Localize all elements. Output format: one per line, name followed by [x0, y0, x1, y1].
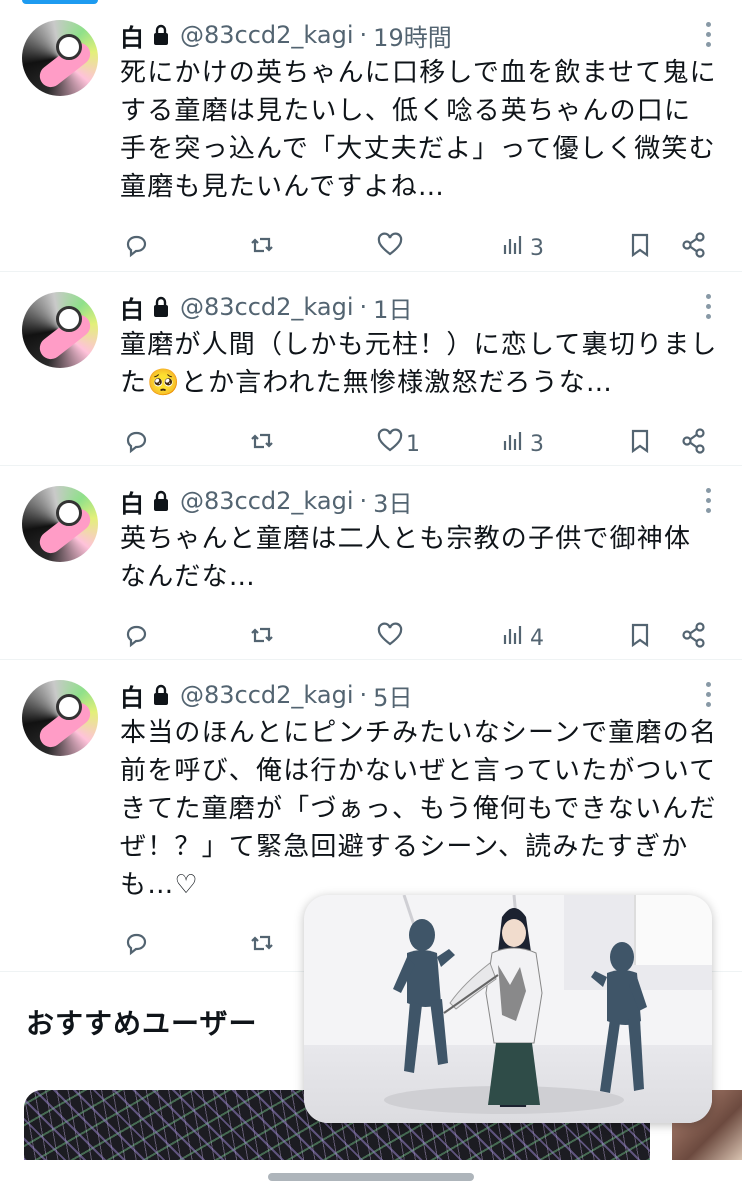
share-icon: [680, 427, 708, 461]
bookmark-icon: [626, 231, 654, 265]
views-chart-icon: [500, 621, 528, 655]
views-chart-icon: [500, 427, 528, 461]
retweet-button[interactable]: [246, 621, 276, 655]
lock-icon: [152, 684, 170, 706]
home-indicator[interactable]: [268, 1173, 474, 1181]
views-count: 3: [530, 235, 544, 261]
retweet-icon: [248, 427, 276, 461]
views-button[interactable]: 4: [498, 621, 544, 655]
tweet[interactable]: 白 @83ccd2_kagi · 3日 英ちゃんと童磨は二人とも宗教の子供で御神…: [0, 466, 742, 660]
timeline-feed: 白 @83ccd2_kagi · 19時間 死にかけの英ちゃんに口移しで血を飲ま…: [0, 0, 742, 972]
separator-dot: ·: [359, 681, 368, 709]
user-handle[interactable]: @83ccd2_kagi: [180, 487, 354, 515]
separator-dot: ·: [359, 293, 368, 321]
reply-button[interactable]: [120, 621, 150, 655]
bookmark-button[interactable]: [624, 621, 654, 655]
timestamp[interactable]: 3日: [373, 484, 412, 519]
reply-button[interactable]: [120, 929, 150, 963]
reply-icon: [122, 621, 150, 655]
retweet-icon: [248, 929, 276, 963]
views-button[interactable]: 3: [498, 231, 544, 265]
avatar[interactable]: [22, 486, 98, 562]
display-name[interactable]: 白: [120, 484, 144, 519]
lock-icon: [152, 490, 170, 512]
tweet-header: 白 @83ccd2_kagi · 19時間: [120, 18, 718, 52]
display-name[interactable]: 白: [120, 18, 144, 53]
tweet[interactable]: 白 @83ccd2_kagi · 19時間 死にかけの英ちゃんに口移しで血を飲ま…: [0, 0, 742, 272]
display-name[interactable]: 白: [120, 290, 144, 325]
reply-icon: [122, 929, 150, 963]
separator-dot: ·: [359, 21, 368, 49]
heart-icon: [376, 231, 404, 265]
more-vertical-icon[interactable]: [706, 682, 712, 708]
bookmark-button[interactable]: [624, 231, 654, 265]
lock-icon: [152, 296, 170, 318]
tweet-header: 白 @83ccd2_kagi · 1日: [120, 290, 718, 324]
tweet-text: 死にかけの英ちゃんに口移しで血を飲ませて鬼にする童磨は見たいし、低く唸る英ちゃん…: [120, 58, 717, 202]
display-name[interactable]: 白: [120, 678, 144, 713]
avatar[interactable]: [22, 292, 98, 368]
views-count: 4: [530, 625, 544, 651]
timestamp[interactable]: 5日: [373, 678, 412, 713]
user-handle[interactable]: @83ccd2_kagi: [180, 293, 354, 321]
share-button[interactable]: [678, 231, 708, 265]
tweet-text: 英ちゃんと童磨は二人とも宗教の子供で御神体なんだな…: [120, 524, 692, 592]
views-button[interactable]: 3: [498, 427, 544, 461]
avatar[interactable]: [22, 20, 98, 96]
tweet-text: 童磨が人間（しかも元柱！）に恋して裏切りました🥺とか言われた無惨様激怒だろうな…: [120, 330, 718, 398]
timestamp[interactable]: 19時間: [373, 18, 452, 53]
retweet-button[interactable]: [246, 929, 276, 963]
recommended-users-heading: おすすめユーザー: [26, 1007, 258, 1040]
bookmark-icon: [626, 427, 654, 461]
reply-icon: [122, 231, 150, 265]
share-icon: [680, 231, 708, 265]
tweet[interactable]: 白 @83ccd2_kagi · 1日 童磨が人間（しかも元柱！）に恋して裏切り…: [0, 272, 742, 466]
lock-icon: [152, 24, 170, 46]
tweet-header: 白 @83ccd2_kagi · 3日: [120, 484, 718, 518]
retweet-icon: [248, 231, 276, 265]
heart-icon: [376, 427, 404, 461]
more-vertical-icon[interactable]: [706, 22, 712, 48]
like-button[interactable]: [374, 621, 406, 655]
more-vertical-icon[interactable]: [706, 488, 712, 514]
user-handle[interactable]: @83ccd2_kagi: [180, 681, 354, 709]
avatar[interactable]: [22, 680, 98, 756]
video-frame: [384, 895, 647, 1114]
reply-icon: [122, 427, 150, 461]
separator-dot: ·: [359, 487, 368, 515]
tweet-text: 本当のほんとにピンチみたいなシーンで童磨の名前を呼び、俺は行かないぜと言っていた…: [120, 718, 718, 900]
views-chart-icon: [500, 231, 528, 265]
reply-button[interactable]: [120, 231, 150, 265]
bookmark-icon: [626, 621, 654, 655]
heart-icon: [376, 621, 404, 655]
retweet-button[interactable]: [246, 427, 276, 461]
share-icon: [680, 621, 708, 655]
bookmark-button[interactable]: [624, 427, 654, 461]
picture-in-picture-video[interactable]: [304, 895, 712, 1123]
more-vertical-icon[interactable]: [706, 294, 712, 320]
like-count: 1: [406, 431, 420, 457]
reply-button[interactable]: [120, 427, 150, 461]
tweet-header: 白 @83ccd2_kagi · 5日: [120, 678, 718, 712]
views-count: 3: [530, 431, 544, 457]
retweet-button[interactable]: [246, 231, 276, 265]
timestamp[interactable]: 1日: [373, 290, 412, 325]
share-button[interactable]: [678, 427, 708, 461]
retweet-icon: [248, 621, 276, 655]
like-button[interactable]: [374, 231, 406, 265]
share-button[interactable]: [678, 621, 708, 655]
user-handle[interactable]: @83ccd2_kagi: [180, 21, 354, 49]
like-button[interactable]: 1: [374, 427, 420, 461]
